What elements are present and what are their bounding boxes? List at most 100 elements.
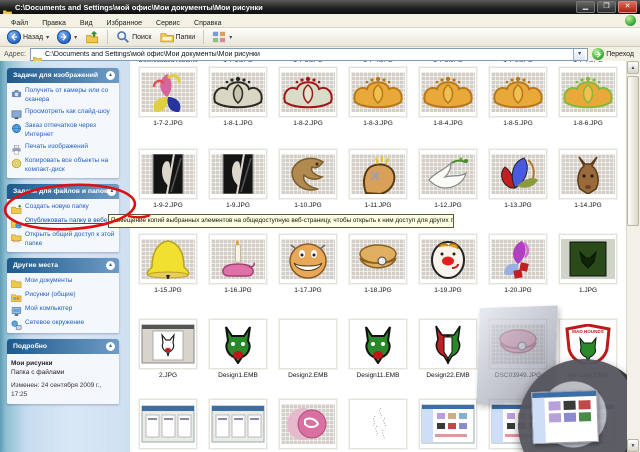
- file-item[interactable]: Design2.EMB: [273, 319, 343, 379]
- file-item[interactable]: 2.JPG: [133, 319, 203, 379]
- other-place-item-0[interactable]: Мои документы: [11, 277, 116, 288]
- file-item[interactable]: 1-9-2.JPG: [133, 149, 203, 209]
- menu-item-1[interactable]: Правка: [35, 20, 73, 27]
- file-item[interactable]: 1-8-3.JPG: [343, 67, 413, 127]
- other-place-item-2[interactable]: Мой компьютер: [11, 305, 116, 316]
- file-thumbnail: [279, 149, 337, 199]
- search-button[interactable]: Поиск: [113, 29, 154, 45]
- task-label: Просмотреть как слайд-шоу: [25, 108, 110, 115]
- file-item[interactable]: 1-8-1.JPG: [203, 67, 273, 127]
- file-item[interactable]: 1-8-5.JPG: [483, 67, 553, 127]
- vertical-scrollbar[interactable]: ▲ ▼: [626, 61, 640, 452]
- task-label: Открыть общий доступ к этой папке: [25, 231, 115, 247]
- chevron-up-icon[interactable]: ▴: [106, 261, 115, 270]
- views-dropdown-icon[interactable]: ▾: [229, 34, 232, 41]
- picture-task-item-2[interactable]: Заказ отпечатков через Интернет: [11, 122, 116, 139]
- views-button[interactable]: ▾: [209, 29, 235, 45]
- file-name: 1-19.JPG: [434, 287, 462, 294]
- other-place-item-3[interactable]: Сетевое окружение: [11, 319, 116, 330]
- back-button[interactable]: Назад ▾: [4, 29, 52, 45]
- file-item[interactable]: 1-8-2.JPG: [273, 67, 343, 127]
- chevron-up-icon[interactable]: ▴: [106, 342, 115, 351]
- file-item[interactable]: 1-8-4.JPG: [413, 67, 483, 127]
- file-item[interactable]: 1-15.JPG: [133, 234, 203, 294]
- go-button[interactable]: Переход: [592, 48, 636, 60]
- chevron-up-icon[interactable]: ▴: [107, 187, 117, 196]
- file-item[interactable]: 9.JPG: [413, 399, 483, 452]
- file-thumbnail: [489, 149, 547, 199]
- shot-thumbnail-image: [210, 401, 266, 447]
- file-item[interactable]: новый-1.cpt: [343, 399, 413, 452]
- up-button[interactable]: [82, 29, 102, 45]
- file-item[interactable]: 1-10.JPG: [273, 149, 343, 209]
- scrollbar-thumb[interactable]: [627, 76, 639, 226]
- other-places-header[interactable]: Другие места ▴: [7, 258, 119, 273]
- other-place-item-1[interactable]: Рисунки (общие): [11, 290, 116, 302]
- picture-task-item-1[interactable]: Просмотреть как слайд-шоу: [11, 108, 116, 120]
- file-item[interactable]: 1-16.JPG: [203, 234, 273, 294]
- file-item[interactable]: Design1.EMB: [203, 319, 273, 379]
- forward-dropdown-icon[interactable]: ▾: [74, 34, 77, 41]
- file-task-item-0[interactable]: Создать новую папку: [11, 203, 116, 214]
- publish-web-icon: [11, 216, 22, 229]
- lotus-orange2-thumbnail-image: [561, 72, 615, 112]
- menu-item-5[interactable]: Справка: [187, 20, 228, 27]
- folders-button[interactable]: Папки: [157, 29, 199, 45]
- file-item[interactable]: 1-19.JPG: [413, 234, 483, 294]
- details-folder-type: Папка с файлами: [11, 369, 65, 376]
- forward-button[interactable]: ▾: [54, 29, 80, 45]
- address-input[interactable]: C:\Documents and Settings\мой офис\Мои д…: [29, 47, 589, 64]
- details-modified: Изменен: 24 сентября 2009 г., 17:25: [11, 382, 102, 398]
- file-item[interactable]: Безымянный2.bmp: [133, 399, 203, 452]
- folders-icon: [159, 33, 174, 43]
- file-item[interactable]: 1-17.JPG: [273, 234, 343, 294]
- scroll-down-button[interactable]: ▼: [627, 439, 639, 452]
- file-item[interactable]: Design11.EMB: [343, 319, 413, 379]
- file-item[interactable]: Design22.EMB: [413, 319, 483, 379]
- file-item[interactable]: 1.JPG: [553, 234, 623, 294]
- chevron-up-icon[interactable]: ▴: [106, 71, 115, 80]
- clipped-file-label: 1-7-1.JPG: [203, 61, 273, 66]
- file-item[interactable]: 1-14.JPG: [553, 149, 623, 209]
- file-thumbnail: [489, 234, 547, 284]
- picture-task-item-3[interactable]: Печать изображений: [11, 143, 116, 155]
- file-item[interactable]: 1-20.JPG: [483, 234, 553, 294]
- shot2-thumbnail-image: [420, 401, 476, 447]
- file-name: 1-9-2.JPG: [153, 202, 183, 209]
- file-item[interactable]: 1-9.JPG: [203, 149, 273, 209]
- picture-tasks-header[interactable]: Задачи для изображений ▴: [7, 68, 119, 83]
- file-item[interactable]: Безымянный.JPG: [273, 399, 343, 452]
- details-header[interactable]: Подробно ▴: [7, 339, 119, 354]
- menu-item-3[interactable]: Избранное: [100, 20, 149, 27]
- maximize-button[interactable]: ❐: [597, 1, 616, 13]
- lotus-orange-thumbnail-image: [421, 72, 475, 112]
- watermark-screenshot: [531, 389, 599, 445]
- minimize-button[interactable]: ▁: [576, 1, 595, 13]
- back-dropdown-icon[interactable]: ▾: [46, 34, 49, 41]
- clipped-label-row: Downloaded Albums1-7-1.JPG1-7-3.JPG1-7-4…: [133, 61, 623, 66]
- picture-task-item-4[interactable]: Копировать все объекты на компакт-диск: [11, 157, 116, 174]
- scroll-up-button[interactable]: ▲: [627, 61, 639, 74]
- close-button[interactable]: ✕: [618, 1, 637, 13]
- shared-pictures-icon: [11, 290, 22, 302]
- file-item[interactable]: 1-7-2.JPG: [133, 67, 203, 127]
- file-item[interactable]: 1-13.JPG: [483, 149, 553, 209]
- back-arrow-icon: [7, 30, 21, 44]
- file-item[interactable]: 1-8-6.JPG: [553, 67, 623, 127]
- file-item[interactable]: 1-12.JPG: [413, 149, 483, 209]
- menu-item-2[interactable]: Вид: [73, 20, 100, 27]
- menu-item-0[interactable]: Файл: [4, 20, 35, 27]
- menu-item-4[interactable]: Сервис: [149, 20, 187, 27]
- file-name: 1-15.JPG: [154, 287, 182, 294]
- forward-arrow-icon: [57, 30, 72, 44]
- address-dropdown-icon[interactable]: ▾: [573, 48, 586, 60]
- file-item[interactable]: Безымянный.bmp: [203, 399, 273, 452]
- file-task-item-1[interactable]: Опубликовать папку в вебе: [11, 216, 116, 229]
- task-label: Копировать все объекты на компакт-диск: [25, 157, 109, 173]
- picture-task-item-0[interactable]: Получить от камеры или со сканера: [11, 87, 116, 104]
- file-item[interactable]: 1-18.JPG: [343, 234, 413, 294]
- file-thumbnail: [419, 234, 477, 284]
- file-item[interactable]: 1-11.JPG: [343, 149, 413, 209]
- file-tasks-header[interactable]: Задачи для файлов и папок ▴: [7, 184, 119, 199]
- file-task-item-2[interactable]: Открыть общий доступ к этой папке: [11, 231, 116, 248]
